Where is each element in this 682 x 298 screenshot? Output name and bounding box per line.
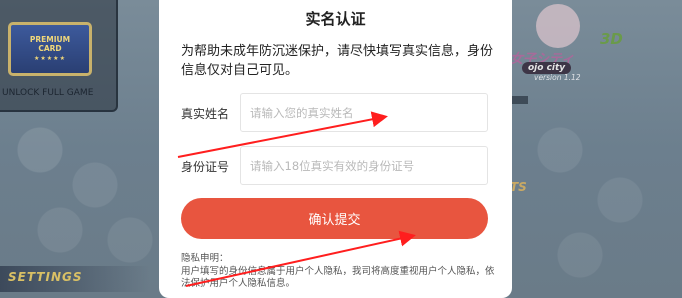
logo-version: version 1.12 <box>534 73 581 82</box>
privacy-title: 隐私申明： <box>181 253 229 264</box>
id-number-input[interactable] <box>240 146 488 185</box>
dialog-title: 实名认证 <box>305 10 366 28</box>
real-name-verification-dialog: 实名认证 为帮助未成年防沉迷保护，请尽快填写真实信息，身份信息仅对自己可见。 真… <box>159 0 512 298</box>
settings-button[interactable]: SETTINGS <box>8 270 83 284</box>
game-logo: 女子シティ 3D ojo city version 1.12 <box>500 0 682 100</box>
dialog-description: 为帮助未成年防沉迷保护，请尽快填写真实信息，身份信息仅对自己可见。 <box>181 44 494 78</box>
real-name-input[interactable] <box>240 93 488 132</box>
menu-item-partial[interactable]: TS <box>510 180 527 194</box>
confirm-submit-button[interactable]: 确认提交 <box>181 198 488 239</box>
bunny-mascot-icon <box>536 4 580 48</box>
premium-card[interactable]: PREMIUM CARD ★★★★★ <box>8 22 92 76</box>
unlock-full-game-label: UNLOCK FULL GAME <box>2 88 94 98</box>
id-number-label: 身份证号 <box>181 160 230 174</box>
logo-3d-mark: 3D <box>600 30 623 48</box>
privacy-text: 用户填写的身份信息属于用户个人隐私，我司将高度重视用户个人隐私，依法保护用户个人… <box>181 265 495 290</box>
premium-panel[interactable]: PREMIUM CARD ★★★★★ UNLOCK FULL GAME <box>0 0 118 112</box>
privacy-statement: 隐私申明： 用户填写的身份信息属于用户个人隐私，我司将高度重视用户个人隐私，依法… <box>181 253 496 291</box>
real-name-label: 真实姓名 <box>181 107 230 121</box>
premium-card-stars: ★★★★★ <box>34 55 66 62</box>
premium-card-line2: CARD <box>38 44 62 53</box>
premium-card-line1: PREMIUM <box>29 35 71 44</box>
